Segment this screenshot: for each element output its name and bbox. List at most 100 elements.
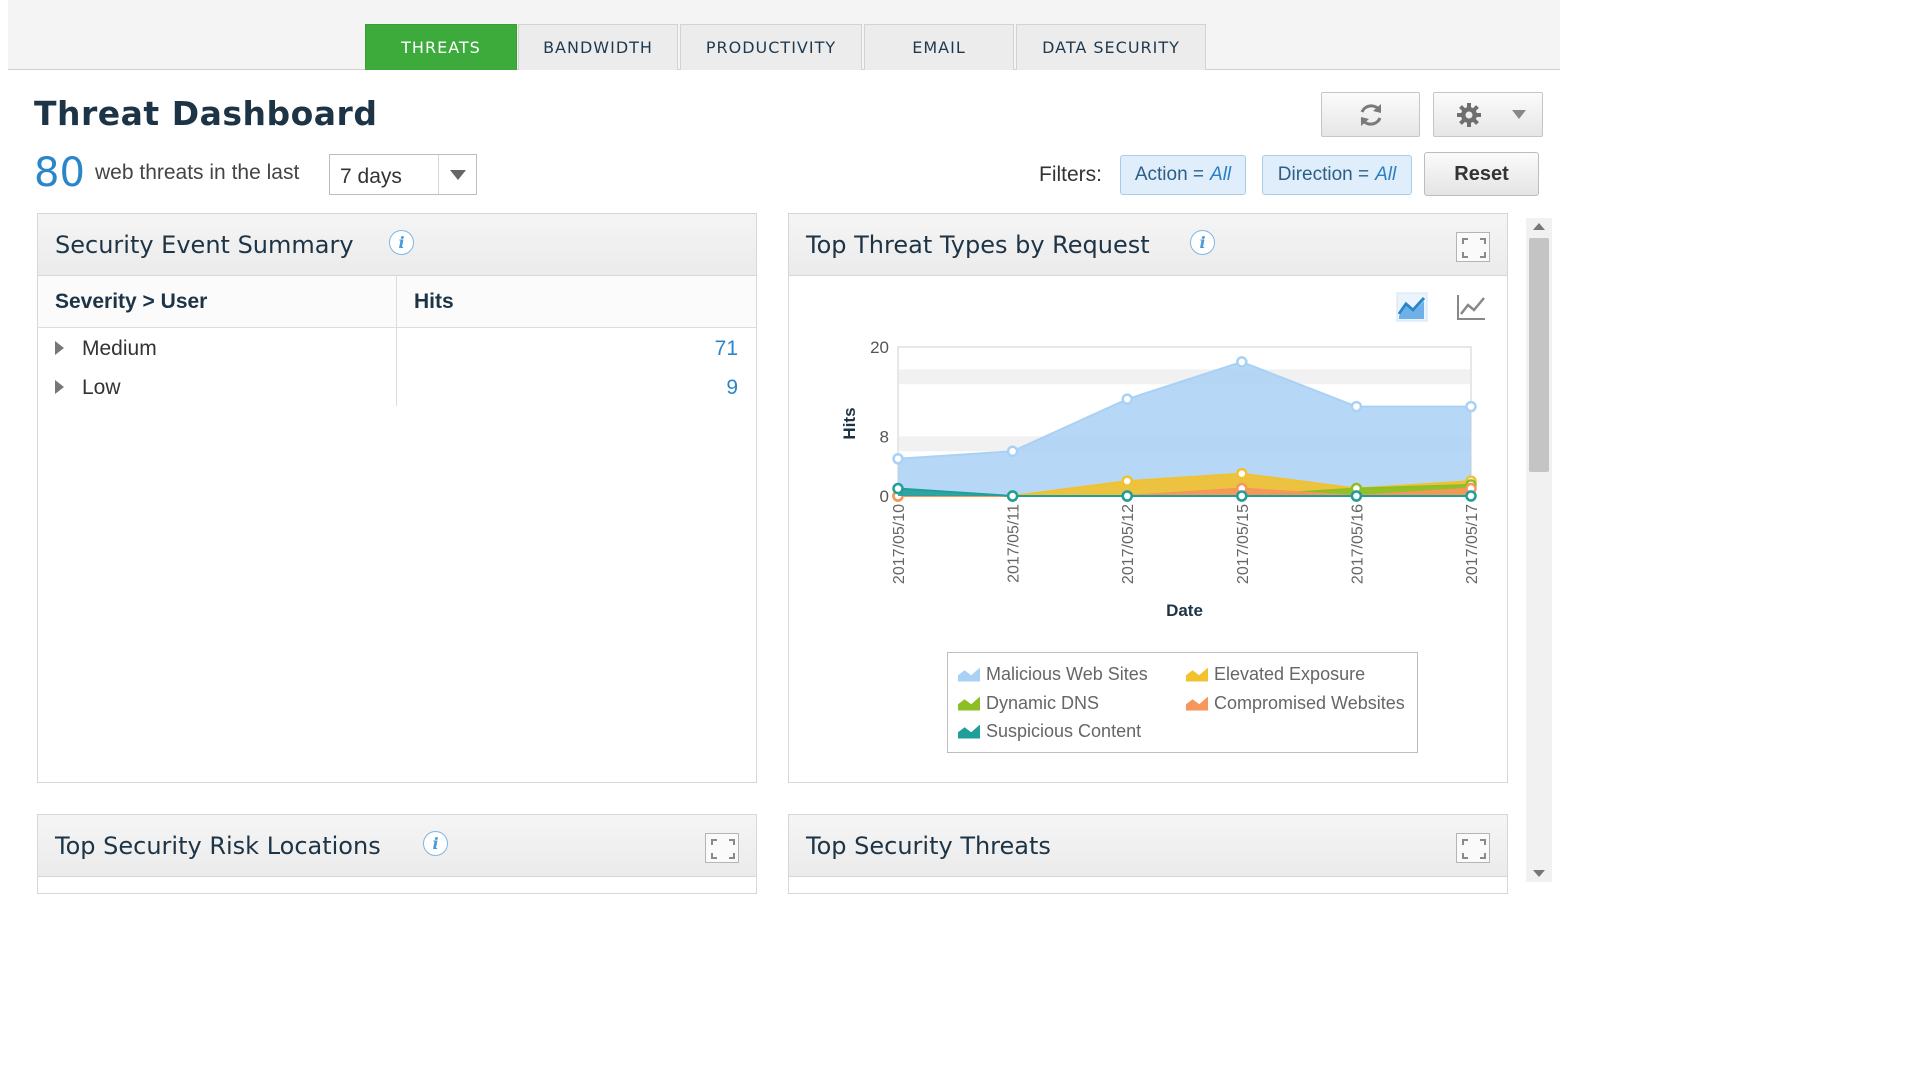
action-filter[interactable]: Action = All: [1120, 155, 1246, 195]
chevron-down-icon: [438, 155, 476, 194]
y-axis-label: Hits: [840, 407, 859, 439]
chevron-down-icon: [1512, 109, 1526, 119]
x-axis-label: Date: [1166, 601, 1203, 620]
page-title: Threat Dashboard: [34, 94, 378, 133]
panel-title: Security Event Summary: [55, 231, 354, 259]
data-point: [1006, 490, 1019, 502]
expand-icon[interactable]: [1456, 833, 1490, 863]
panel-title: Top Security Threats: [806, 832, 1051, 860]
settings-button[interactable]: [1433, 92, 1543, 137]
action-filter-key: Action =: [1134, 164, 1205, 185]
threat-count: 80: [34, 150, 85, 196]
column-header-hits[interactable]: Hits: [414, 290, 454, 314]
column-divider: [396, 276, 397, 406]
legend-item[interactable]: Suspicious Content: [958, 721, 1141, 742]
top-security-threats-panel: Top Security Threats: [788, 814, 1508, 894]
top-security-risk-locations-panel: Top Security Risk Locations i: [37, 814, 757, 894]
scrollbar-thumb[interactable]: [1529, 238, 1549, 472]
panel-title: Top Security Risk Locations: [55, 832, 381, 860]
legend-label: Elevated Exposure: [1214, 664, 1366, 684]
x-tick-label: 2017/05/10: [891, 504, 908, 584]
panel-title: Top Threat Types by Request: [806, 231, 1150, 259]
legend-item[interactable]: Elevated Exposure: [1186, 664, 1365, 685]
refresh-button[interactable]: [1321, 92, 1420, 137]
area-chart-icon[interactable]: [1396, 292, 1428, 322]
direction-filter-value: All: [1375, 164, 1397, 185]
data-point: [1121, 490, 1133, 502]
panel-header: Top Security Risk Locations i: [38, 815, 756, 877]
scroll-down-icon[interactable]: [1533, 870, 1545, 878]
info-icon[interactable]: i: [423, 831, 448, 856]
data-point: [1465, 490, 1477, 502]
legend-item[interactable]: Malicious Web Sites: [958, 664, 1148, 685]
column-header-severity-user[interactable]: Severity > User: [55, 290, 207, 314]
y-tick-label: 20: [870, 338, 889, 357]
data-point: [1236, 467, 1248, 480]
data-point: [892, 453, 904, 465]
filters-label: Filters:: [1039, 163, 1102, 186]
data-point: [1236, 356, 1248, 368]
panel-header: Top Threat Types by Request i: [789, 214, 1507, 276]
scroll-up-icon[interactable]: [1533, 222, 1545, 230]
data-point: [1121, 393, 1133, 405]
x-tick-label: 2017/05/11: [1006, 504, 1023, 583]
legend-swatch: [958, 667, 980, 682]
tab-bandwidth[interactable]: BANDWIDTH: [518, 24, 678, 70]
threat-count-text: web threats in the last: [95, 161, 300, 184]
row-severity: Low: [82, 376, 121, 399]
legend-item[interactable]: Dynamic DNS: [958, 693, 1099, 714]
reset-button[interactable]: Reset: [1424, 152, 1539, 196]
line-chart-icon[interactable]: [1455, 292, 1487, 322]
x-tick-label: 2017/05/15: [1235, 504, 1252, 584]
legend-label: Compromised Websites: [1214, 693, 1405, 713]
period-select-value: 7 days: [340, 165, 402, 188]
expand-arrow-icon[interactable]: [55, 380, 64, 394]
x-tick-label: 2017/05/17: [1464, 504, 1481, 584]
y-tick-label: 8: [880, 427, 889, 446]
tab-threats[interactable]: THREATS: [365, 24, 517, 70]
direction-filter[interactable]: Direction = All: [1262, 155, 1412, 195]
expand-icon[interactable]: [1456, 232, 1490, 262]
data-point: [1236, 490, 1248, 502]
x-tick-label: 2017/05/16: [1349, 504, 1366, 584]
x-tick-label: 2017/05/12: [1120, 504, 1137, 584]
tab-email[interactable]: EMAIL: [864, 24, 1014, 70]
data-point: [1350, 490, 1363, 502]
data-point: [1006, 445, 1019, 458]
legend-swatch: [1186, 696, 1208, 711]
gear-icon: [1457, 102, 1481, 127]
legend-label: Malicious Web Sites: [986, 664, 1148, 684]
data-point: [1350, 400, 1363, 413]
row-hits[interactable]: 9: [726, 376, 738, 400]
row-hits[interactable]: 71: [715, 337, 738, 361]
data-point: [892, 482, 904, 495]
table-header: Severity > User Hits: [38, 276, 756, 328]
legend-swatch: [1186, 667, 1208, 682]
legend-swatch: [958, 724, 980, 739]
data-point: [1121, 475, 1133, 487]
action-filter-value: All: [1210, 164, 1232, 185]
tab-data-security[interactable]: DATA SECURITY: [1016, 24, 1206, 70]
threat-types-chart: 20 8 02017/05/10 2017/05/11 2017/05/12 2017/0…: [840, 338, 1481, 620]
tab-bar: THREATS BANDWIDTH PRODUCTIVITY EMAIL DAT…: [8, 0, 1560, 70]
y-tick-label: 0: [880, 487, 889, 506]
legend-label: Dynamic DNS: [986, 693, 1100, 713]
security-event-summary-panel: Security Event Summary i Severity > User…: [37, 213, 757, 783]
period-select[interactable]: 7 days: [329, 154, 477, 195]
panel-header: Security Event Summary i: [38, 214, 756, 276]
top-threat-types-panel: Top Threat Types by Request i 20 8 0 2017/0…: [788, 213, 1508, 783]
legend-label: Suspicious Content: [986, 721, 1142, 741]
chart-legend: Malicious Web Sites Elevated Exposure Dy…: [947, 652, 1418, 753]
info-icon[interactable]: i: [389, 230, 414, 255]
legend-swatch: [958, 696, 980, 711]
expand-icon[interactable]: [705, 833, 739, 863]
row-severity: Medium: [82, 337, 157, 360]
expand-arrow-icon[interactable]: [55, 341, 64, 355]
panel-header: Top Security Threats: [789, 815, 1507, 877]
scrollbar[interactable]: [1526, 218, 1552, 882]
info-icon[interactable]: i: [1190, 230, 1215, 255]
refresh-icon: [1360, 103, 1381, 126]
tab-productivity[interactable]: PRODUCTIVITY: [680, 24, 862, 70]
legend-item[interactable]: Compromised Websites: [1186, 693, 1405, 714]
data-point: [1465, 400, 1477, 413]
